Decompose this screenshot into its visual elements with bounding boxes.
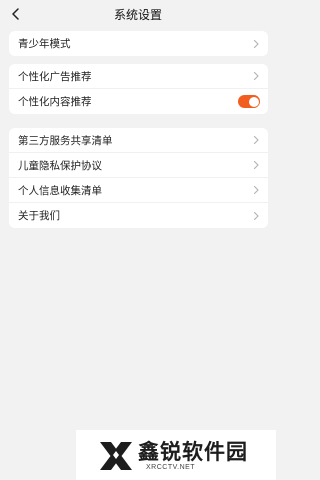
toggle-knob (248, 96, 259, 107)
settings-item-youth-mode[interactable]: 青少年模式 (9, 31, 268, 56)
settings-item-personal-info-list[interactable]: 个人信息收集清单 (9, 178, 268, 203)
settings-card-legal: 第三方服务共享清单 儿童隐私保护协议 个人信息收集清单 关于我们 (9, 128, 268, 228)
settings-card-youth: 青少年模式 (9, 31, 268, 56)
settings-item-third-party-list[interactable]: 第三方服务共享清单 (9, 128, 268, 153)
settings-item-label: 关于我们 (18, 210, 60, 222)
content-recommendation-toggle[interactable] (238, 95, 260, 108)
page-title: 系统设置 (113, 7, 162, 22)
chevron-right-icon (253, 211, 259, 220)
settings-item-content-recommendation: 个性化内容推荐 (9, 89, 268, 114)
settings-item-label: 个人信息收集清单 (18, 184, 102, 197)
settings-item-label: 儿童隐私保护协议 (18, 159, 102, 172)
settings-item-about-us[interactable]: 关于我们 (9, 203, 268, 228)
watermark-url: XRCCTV.NET (146, 464, 196, 471)
settings-item-label: 个性化广告推荐 (18, 70, 92, 83)
chevron-right-icon (253, 71, 259, 81)
settings-item-child-privacy[interactable]: 儿童隐私保护协议 (9, 153, 268, 178)
settings-item-label: 第三方服务共享清单 (18, 134, 113, 147)
chevron-right-icon (253, 135, 259, 145)
chevron-left-icon (12, 8, 19, 20)
chevron-right-icon (253, 185, 259, 195)
top-bar: 系统设置 (0, 0, 276, 28)
watermark-brand: 鑫锐软件园 (138, 440, 248, 464)
back-button[interactable] (6, 4, 26, 24)
watermark-logo: 鑫锐软件园 XRCCTV.NET (76, 430, 276, 480)
settings-item-ad-recommendation[interactable]: 个性化广告推荐 (9, 64, 268, 89)
chevron-right-icon (253, 39, 259, 48)
settings-item-label: 个性化内容推荐 (18, 96, 92, 108)
settings-card-personalization: 个性化广告推荐 个性化内容推荐 (9, 64, 268, 114)
chevron-right-icon (253, 160, 259, 170)
settings-item-label: 青少年模式 (18, 38, 71, 50)
brand-x-icon (100, 442, 132, 470)
